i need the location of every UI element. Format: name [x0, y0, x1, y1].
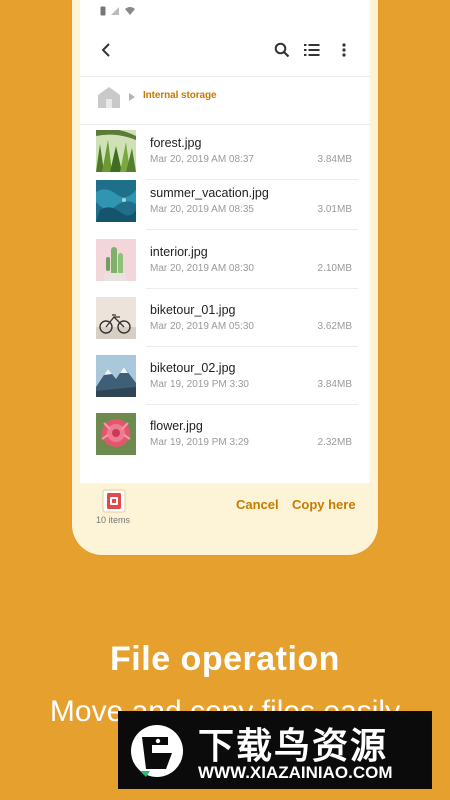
file-date: Mar 19, 2019 PM 3:29 — [150, 437, 249, 448]
file-size: 3.84MB — [317, 154, 352, 165]
chevron-right-icon — [129, 93, 135, 101]
breadcrumb-item-internal-storage[interactable]: Internal storage — [143, 90, 217, 101]
clipboard-icon[interactable] — [102, 489, 126, 513]
file-date: Mar 20, 2019 AM 08:37 — [150, 154, 254, 165]
wifi-icon — [125, 7, 135, 15]
file-row-biketour-02[interactable]: biketour_02.jpg Mar 19, 2019 PM 3:30 3.8… — [80, 355, 370, 413]
signal-icon — [111, 7, 119, 15]
file-size: 3.01MB — [317, 204, 352, 215]
file-thumbnail — [96, 413, 136, 455]
status-bar — [100, 4, 136, 18]
file-name: interior.jpg — [150, 245, 208, 259]
file-size: 2.10MB — [317, 263, 352, 274]
search-button[interactable] — [268, 36, 296, 64]
app-screen: Internal storage forest.jpg Mar 20, 2019… — [80, 0, 370, 539]
more-options-button[interactable] — [330, 36, 358, 64]
list-view-icon — [304, 44, 320, 56]
watermark-banner: 下载鸟资源 WWW.XIAZAINIAO.COM — [118, 711, 432, 789]
cancel-button[interactable]: Cancel — [236, 497, 279, 512]
toolbar-divider — [80, 76, 370, 77]
toolbar — [80, 30, 370, 70]
file-size: 3.62MB — [317, 321, 352, 332]
search-icon — [274, 42, 290, 58]
file-thumbnail — [96, 297, 136, 339]
file-row-interior[interactable]: interior.jpg Mar 20, 2019 AM 08:30 2.10M… — [80, 239, 370, 297]
file-name: forest.jpg — [150, 136, 202, 150]
file-row-biketour-01[interactable]: biketour_01.jpg Mar 20, 2019 AM 05:30 3.… — [80, 297, 370, 355]
file-name: biketour_01.jpg — [150, 303, 236, 317]
phone-frame: Internal storage forest.jpg Mar 20, 2019… — [72, 0, 378, 555]
row-divider — [146, 288, 358, 289]
file-name: summer_vacation.jpg — [150, 186, 269, 200]
file-name: biketour_02.jpg — [150, 361, 236, 375]
file-size: 3.84MB — [317, 379, 352, 390]
row-divider — [146, 229, 358, 230]
file-thumbnail — [96, 180, 136, 222]
watermark-url: WWW.XIAZAINIAO.COM — [198, 763, 393, 782]
list-view-button[interactable] — [298, 36, 326, 64]
file-date: Mar 20, 2019 AM 08:30 — [150, 263, 254, 274]
file-date: Mar 20, 2019 AM 08:35 — [150, 204, 254, 215]
row-divider — [146, 346, 358, 347]
back-arrow-icon — [101, 43, 110, 57]
home-icon[interactable] — [96, 85, 122, 109]
breadcrumb: Internal storage — [80, 78, 370, 122]
file-thumbnail — [96, 239, 136, 281]
file-size: 2.32MB — [317, 437, 352, 448]
file-row-summer-vacation[interactable]: summer_vacation.jpg Mar 20, 2019 AM 08:3… — [80, 180, 370, 238]
file-thumbnail — [96, 355, 136, 397]
clipboard-action-bar: 10 items Cancel Copy here — [80, 483, 370, 539]
promo-headline: File operation — [110, 640, 340, 678]
file-date: Mar 20, 2019 AM 05:30 — [150, 321, 254, 332]
file-name: flower.jpg — [150, 419, 203, 433]
row-divider — [146, 404, 358, 405]
file-date: Mar 19, 2019 PM 3:30 — [150, 379, 249, 390]
battery-icon — [100, 6, 106, 16]
breadcrumb-divider — [80, 124, 370, 125]
file-thumbnail — [96, 130, 136, 172]
items-count: 10 items — [96, 515, 131, 525]
bird-logo-icon — [131, 725, 183, 777]
file-row-flower[interactable]: flower.jpg Mar 19, 2019 PM 3:29 2.32MB — [80, 413, 370, 471]
more-vert-icon — [342, 43, 346, 57]
copy-here-button[interactable]: Copy here — [292, 497, 356, 512]
back-button[interactable] — [92, 36, 120, 64]
watermark-title: 下载鸟资源 — [198, 726, 389, 767]
